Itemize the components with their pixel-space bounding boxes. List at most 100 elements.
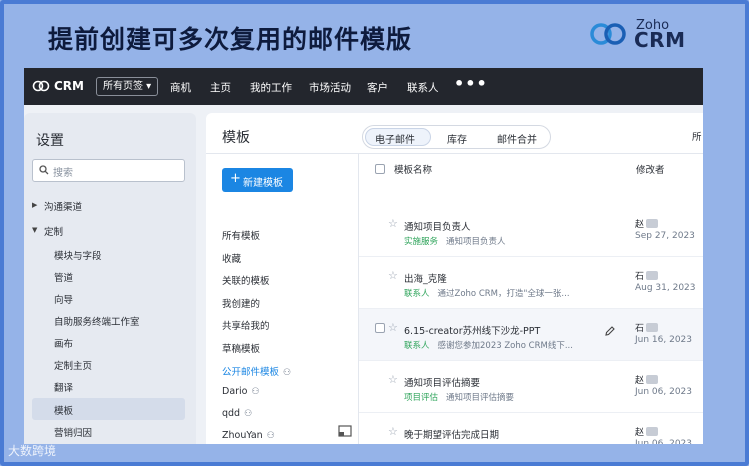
sidebar-item-canvas[interactable]: 画布 [54, 336, 73, 350]
template-module-preview: 项目评估晚于期望评估完成日期 [404, 443, 531, 444]
modifier-name: 赵 [635, 373, 659, 386]
truncated-right-label: 所 [692, 132, 702, 143]
modifier-name: 石 [635, 321, 659, 334]
modifier-initial: 赵 [635, 376, 645, 386]
template-name[interactable]: 出海_克隆 [404, 271, 447, 285]
template-preview: 通知项目负责人 [446, 237, 506, 247]
nav-home[interactable]: 主页 [210, 80, 231, 95]
settings-title: 设置 [36, 133, 64, 149]
template-row[interactable]: ☆ 通知项目评估摘要项目评估 通知项目评估摘要 赵 Jun 06, 2023 [359, 361, 703, 413]
sidebar-group-customization[interactable]: 定制 [44, 224, 63, 238]
folder-label: Dario [222, 386, 248, 397]
nav-deals[interactable]: 商机 [170, 80, 191, 95]
star-icon[interactable]: ☆ [388, 425, 398, 438]
redacted-name [646, 427, 659, 436]
sidebar-item-templates[interactable]: 模板 [54, 403, 73, 417]
nav-my-work[interactable]: 我的工作 [250, 80, 292, 95]
template-preview: 通过Zoho CRM，打造"全球一张... [437, 289, 570, 299]
modified-date: Jun 06, 2023 [635, 439, 693, 444]
crm-logo-icon [32, 80, 50, 92]
crm-logo-text[interactable]: CRM [54, 79, 84, 93]
folder-item[interactable]: 收藏 [222, 251, 241, 265]
folder-label: 共享给我的 [222, 321, 270, 332]
folder-item[interactable]: 我创建的 [222, 296, 260, 310]
group-icon: ⚇ [244, 409, 253, 419]
folder-label: 关联的模板 [222, 276, 270, 287]
zoho-crm-logo-icon [590, 23, 626, 45]
sidebar-group-channels[interactable]: 沟通渠道 [44, 199, 82, 213]
select-all-checkbox[interactable] [375, 164, 385, 174]
folder-item[interactable]: 所有模板 [222, 228, 260, 242]
nav-accounts[interactable]: 客户 [367, 80, 388, 95]
template-name[interactable]: 通知项目评估摘要 [404, 375, 480, 389]
sidebar-item-marketing-attribution[interactable]: 营销归因 [54, 425, 92, 439]
template-row[interactable]: ☆ 6.15-creator苏州线下沙龙-PPT 联系人 感谢您参加2023 Zoho… [359, 309, 703, 361]
template-type-tabs: 电子邮件 库存 邮件合并 [362, 125, 551, 149]
template-module-preview: 实施服务 通知项目负责人 [404, 235, 506, 247]
star-icon[interactable]: ☆ [388, 217, 398, 230]
star-icon[interactable]: ☆ [388, 269, 398, 282]
star-icon[interactable]: ☆ [388, 373, 398, 386]
new-template-button[interactable]: + 新建模板 [222, 168, 293, 192]
folder-item[interactable]: 关联的模板 [222, 273, 270, 287]
row-checkbox[interactable] [375, 323, 385, 333]
template-name[interactable]: 6.15-creator苏州线下沙龙-PPT [404, 323, 540, 337]
sidebar-item-pipelines[interactable]: 管道 [54, 270, 73, 284]
template-module: 联系人 [404, 289, 430, 299]
caret-down-icon[interactable]: ▼ [32, 226, 37, 234]
group-icon: ⚇ [266, 431, 275, 441]
folder-label: 所有模板 [222, 231, 261, 242]
template-row[interactable]: ☆ 晚于期望评估完成日期项目评估晚于期望评估完成日期 赵Jun 06, 2023 [359, 413, 703, 444]
edit-pencil-icon[interactable] [604, 325, 616, 337]
sidebar-item-kiosk-studio[interactable]: 自助服务终端工作室 [54, 314, 140, 328]
template-module: 项目评估 [404, 393, 439, 403]
templates-panel: 模板 电子邮件 库存 邮件合并 所 + 新建模板 所有模板收藏关联的模板我创建的… [206, 113, 703, 444]
tab-mail-merge[interactable]: 邮件合并 [497, 131, 537, 146]
search-placeholder: 搜索 [53, 168, 73, 179]
modified-date: Jun 06, 2023 [635, 387, 693, 397]
all-tabs-dropdown[interactable]: 所有页签 ▾ [96, 77, 159, 96]
folder-item[interactable]: 草稿模板 [222, 341, 260, 355]
sidebar-item-translation[interactable]: 翻译 [54, 380, 73, 394]
collapse-panel-icon[interactable] [338, 425, 352, 437]
group-icon: ⚇ [283, 368, 292, 378]
tab-inventory[interactable]: 库存 [447, 131, 467, 146]
settings-search-input[interactable]: 搜索 [32, 159, 185, 182]
more-menu-icon[interactable]: ••• [454, 74, 488, 93]
modifier-initial: 石 [635, 324, 645, 334]
page-title: 模板 [222, 130, 250, 146]
redacted-name [646, 375, 659, 384]
folder-item[interactable]: ZhouYan ⚇ [222, 430, 275, 441]
modifier-initial: 石 [635, 272, 645, 282]
folder-item[interactable]: qdd ⚇ [222, 408, 252, 419]
template-module-preview: 项目评估 通知项目评估摘要 [404, 391, 514, 403]
folder-label: ZhouYan [222, 430, 263, 441]
tab-email[interactable]: 电子邮件 [375, 131, 415, 146]
nav-contacts[interactable]: 联系人 [407, 80, 439, 95]
sidebar-item-custom-home[interactable]: 定制主页 [54, 358, 92, 372]
modified-date: Aug 31, 2023 [635, 283, 696, 293]
folder-item[interactable]: Dario ⚇ [222, 386, 260, 397]
template-name[interactable]: 通知项目负责人 [404, 219, 471, 233]
template-module-preview: 联系人 感谢您参加2023 Zoho CRM线下... [404, 339, 573, 351]
sidebar-item-wizards[interactable]: 向导 [54, 292, 73, 306]
plus-icon: + [230, 171, 241, 186]
folder-label: 我创建的 [222, 299, 261, 310]
modified-date: Jun 16, 2023 [635, 335, 693, 345]
sidebar-item-modules-fields[interactable]: 模块与字段 [54, 248, 102, 262]
column-header-name[interactable]: 模板名称 [394, 162, 432, 176]
folder-label: 收藏 [222, 254, 242, 265]
settings-sidebar: 设置 搜索 ▶ 沟通渠道 ▼ 定制 模块与字段 管道 向导 自助服务终端工作室 … [24, 113, 196, 444]
star-icon[interactable]: ☆ [388, 321, 398, 334]
template-module: 联系人 [404, 341, 430, 351]
column-header-modifier[interactable]: 修改者 [636, 162, 665, 176]
template-row[interactable]: ☆ 通知项目负责人 实施服务 通知项目负责人赵 Sep 27, 2023 [359, 205, 703, 257]
template-row[interactable]: ☆ 出海_克隆联系人 通过Zoho CRM，打造"全球一张... 石 Aug 31, 2… [359, 257, 703, 309]
template-name[interactable]: 晚于期望评估完成日期 [404, 427, 499, 441]
nav-campaigns[interactable]: 市场活动 [309, 80, 351, 95]
search-icon [39, 165, 49, 175]
caret-right-icon[interactable]: ▶ [32, 201, 37, 209]
folder-item[interactable]: 公开邮件模板 ⚇ [222, 364, 291, 378]
group-icon: ⚇ [251, 387, 260, 397]
folder-item[interactable]: 共享给我的 [222, 318, 270, 332]
